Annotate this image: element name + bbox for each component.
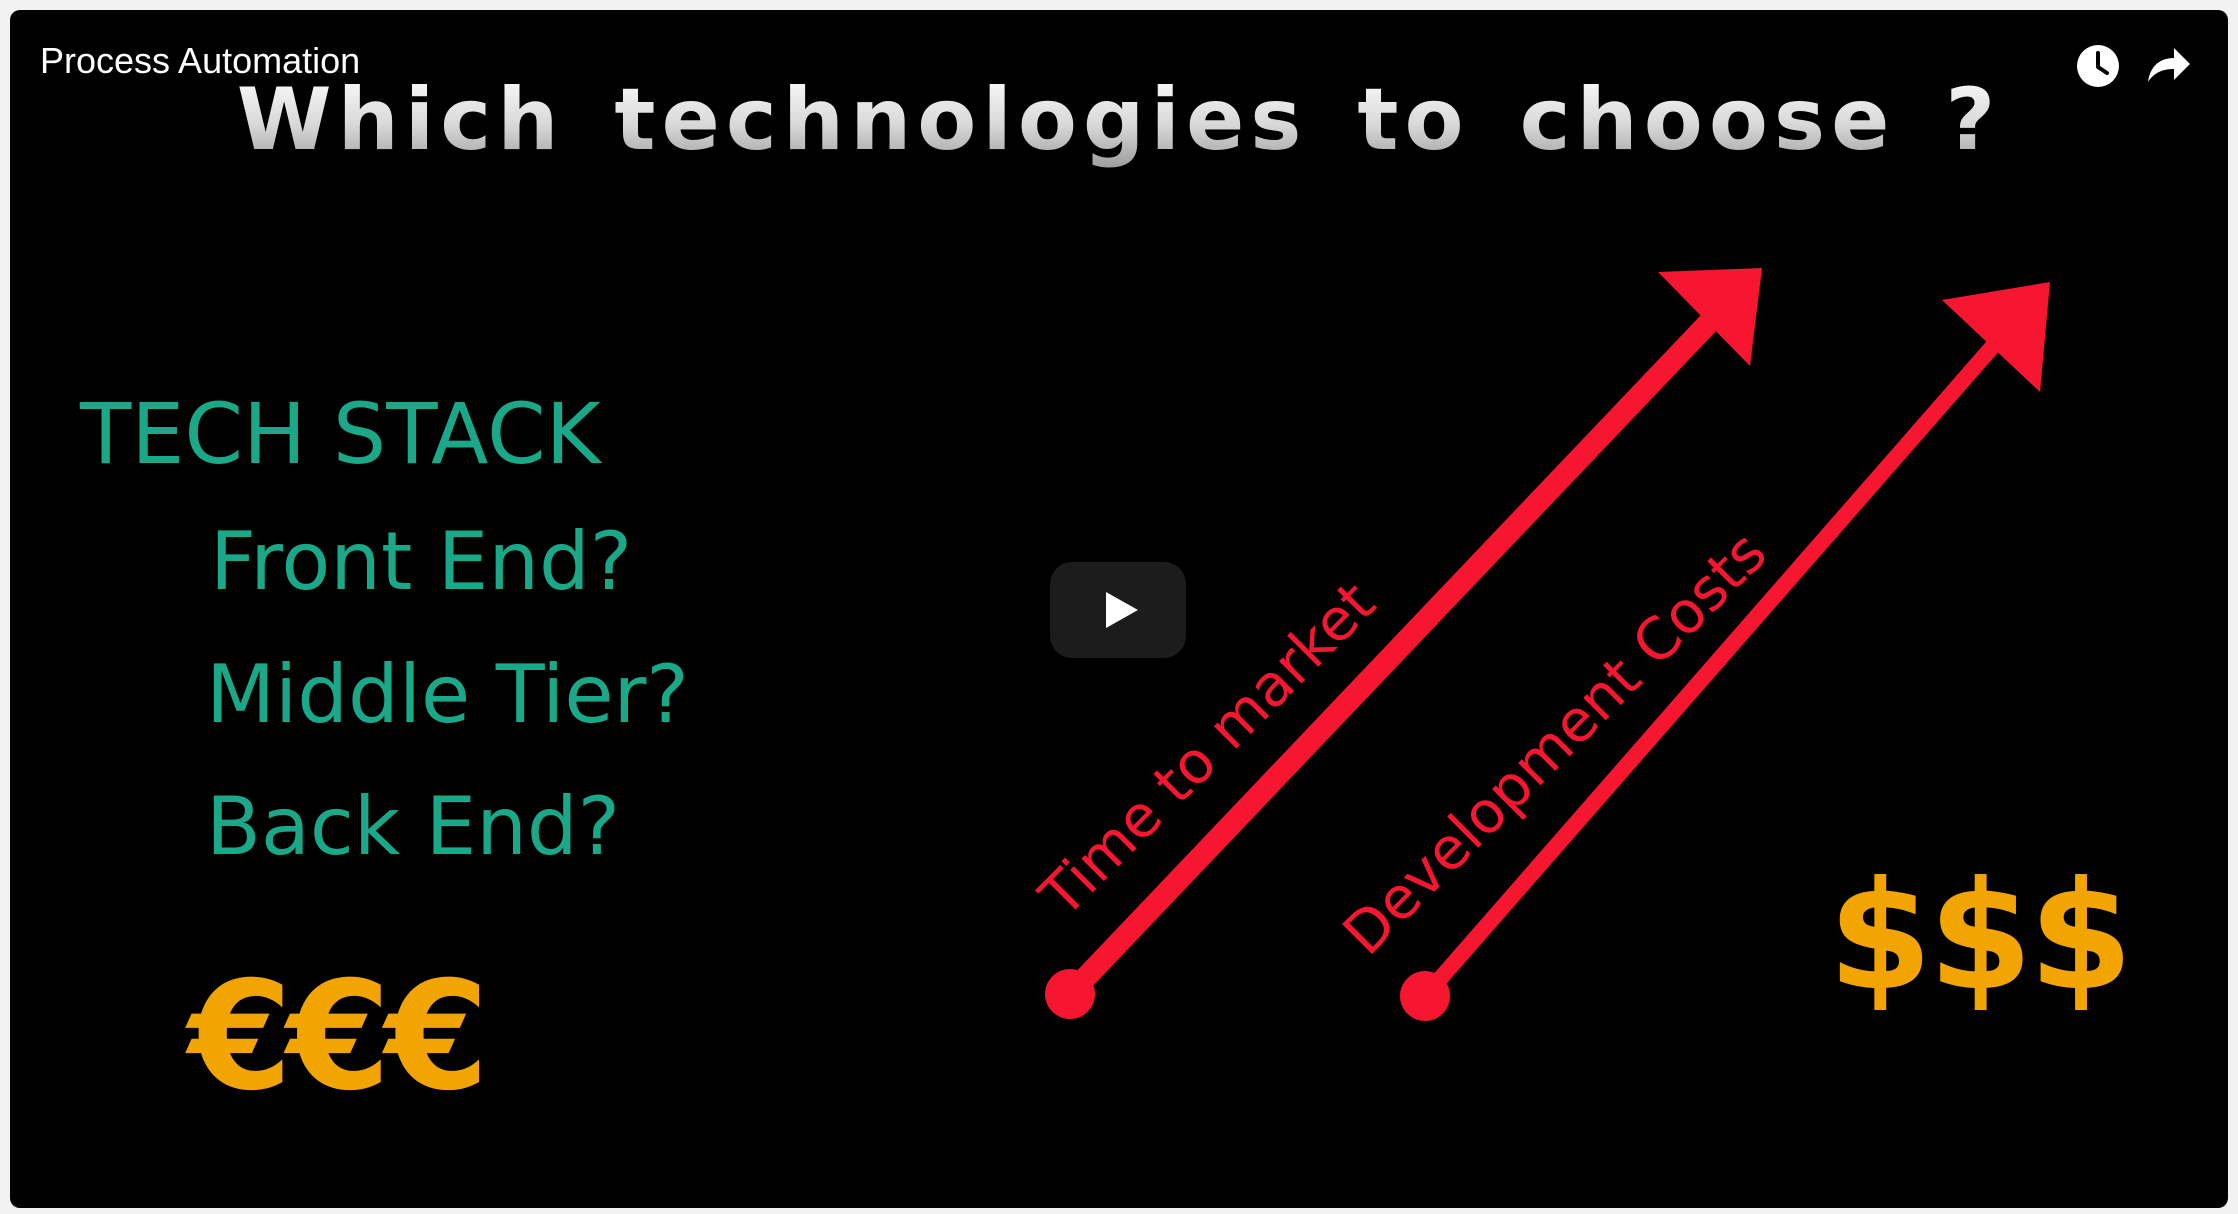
share-icon[interactable] <box>2140 38 2196 94</box>
video-player[interactable]: Which technologies to choose ? TECH STAC… <box>10 10 2228 1208</box>
play-icon <box>1106 592 1138 628</box>
play-button[interactable] <box>1050 562 1186 658</box>
development-costs-arrow: Development Costs <box>1330 282 2050 1021</box>
clock-icon[interactable] <box>2070 38 2126 94</box>
video-title[interactable]: Process Automation <box>40 40 360 82</box>
development-costs-label: Development Costs <box>1330 518 1780 968</box>
